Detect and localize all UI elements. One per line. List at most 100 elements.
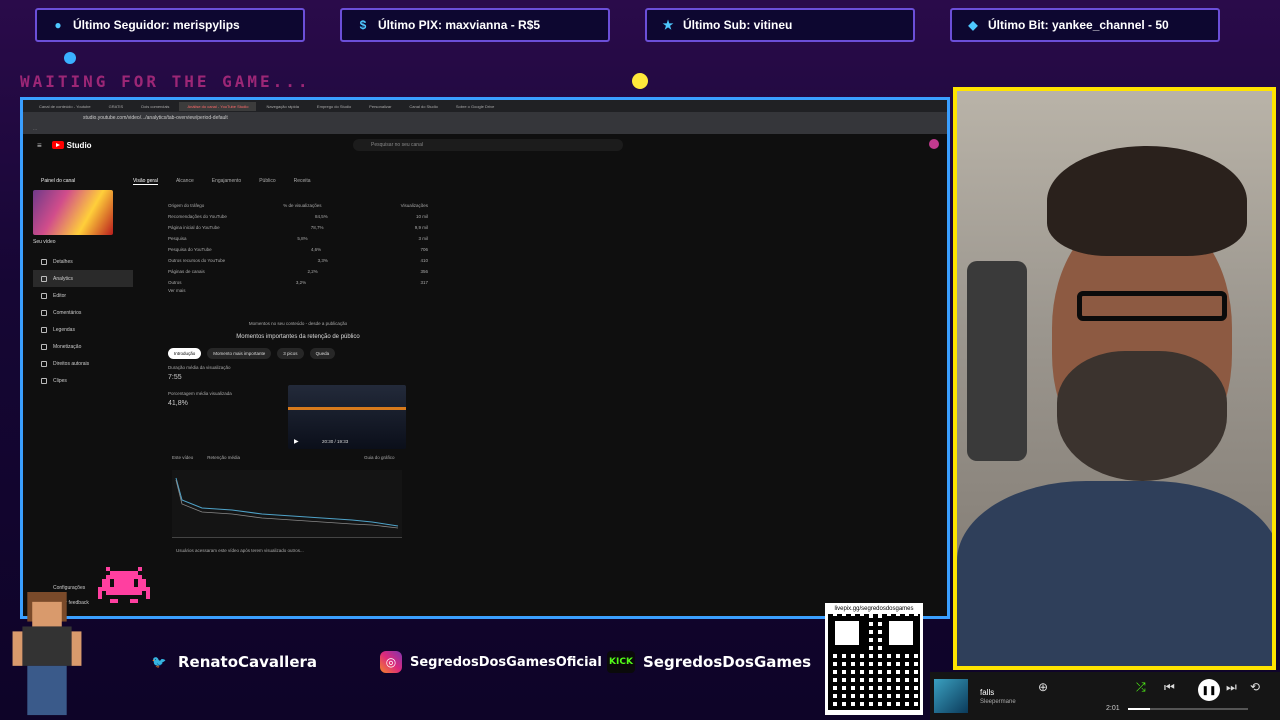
sidebar-item-details[interactable]: Detalhes [33, 253, 133, 270]
analytics-content: Origem do tráfego % de visualizações Vis… [168, 200, 428, 553]
browser-tab-active[interactable]: Análise do canal - YouTube Studio [179, 101, 257, 111]
browser-tab[interactable]: Sobre o Google Drive [448, 102, 502, 111]
qr-url: livepix.gg/segredosdosgames [834, 606, 914, 612]
studio-logo[interactable]: Studio [51, 141, 92, 150]
decorative-dot [632, 73, 648, 89]
studio-header: ≡ Studio Pesquisar no seu canal [23, 134, 947, 156]
add-icon[interactable]: ⊕ [1038, 680, 1048, 694]
video-thumbnail[interactable] [33, 190, 113, 235]
retention-line [175, 477, 399, 529]
browser-tab[interactable]: Dois comerciais [133, 102, 177, 111]
alert-last-follower: ● Último Seguidor: merispylips [35, 8, 305, 42]
alert-label: Último PIX: maxvianna - R$5 [378, 18, 541, 32]
pixel-character-image [12, 592, 82, 716]
glasses [1077, 291, 1227, 321]
play-icon[interactable]: ▶ [294, 438, 299, 445]
sidebar-item-comments[interactable]: Comentários [33, 304, 133, 321]
video-time: 20:30 / 19:33 [322, 439, 349, 444]
shuffle-icon[interactable]: ⤮ [1136, 680, 1146, 695]
table-row[interactable]: Pesquisa do YouTube 4,6% 706 [168, 244, 428, 255]
browser-tab[interactable]: Canal de conteúdo - Youtube [31, 102, 99, 111]
sidebar-item-editor[interactable]: Editor [33, 287, 133, 304]
webcam-feed [953, 87, 1276, 670]
video-preview[interactable]: ▶ 20:30 / 19:33 [288, 385, 406, 449]
table-row[interactable]: Pesquisa 5,8% 3 mil [168, 233, 428, 244]
avg-duration-value: 7:55 [168, 374, 182, 381]
table-row[interactable]: Páginas de canais 2,2% 356 [168, 266, 428, 277]
sidebar-item-settings[interactable]: Configurações [53, 585, 85, 591]
address-bar[interactable]: studio.youtube.com/video/.../analytics/t… [23, 112, 947, 124]
retention-title: Momentos importantes da retenção de públ… [236, 334, 360, 340]
chip-dips[interactable]: Queda [309, 348, 336, 359]
table-row[interactable]: Outros 3,2% 317 [168, 277, 428, 288]
person-icon: ● [54, 18, 62, 32]
retention-chips: Introdução Momento mais importante 3 pic… [168, 348, 428, 359]
track-progress[interactable] [1128, 708, 1248, 710]
qr-code-card: livepix.gg/segredosdosgames [825, 603, 923, 715]
browser-tab[interactable]: Personalizar [361, 102, 399, 111]
chair [967, 261, 1027, 461]
chip-top-moment[interactable]: Momento mais importante [207, 348, 272, 359]
star-icon: ★ [662, 18, 674, 32]
captured-screen: Canal de conteúdo - Youtube GRATIS Dois … [20, 97, 950, 619]
comments-icon [41, 309, 47, 316]
tab-audience[interactable]: Público [259, 178, 275, 185]
legend-this-video: Este vídeo [172, 455, 194, 460]
legend-avg-retention: Retenção média [207, 455, 241, 460]
search-input[interactable]: Pesquisar no seu canal [353, 139, 623, 151]
alert-last-sub: ★ Último Sub: vitineu [645, 8, 915, 42]
previous-icon[interactable]: ⏮ [1164, 680, 1175, 695]
studio-sidebar: Painel do canal Seu vídeo Detalhes Analy… [33, 178, 133, 389]
qr-code-image [828, 614, 920, 710]
tab-reach[interactable]: Alcance [176, 178, 194, 185]
money-icon [41, 343, 47, 350]
twitter-icon: 🐦 [151, 655, 167, 669]
table-row[interactable]: Página inicial do YouTube 78,7% 9,9 mil [168, 222, 428, 233]
alert-label: Último Bit: yankee_channel - 50 [988, 18, 1169, 32]
details-icon [41, 258, 47, 265]
tab-overview[interactable]: Visão geral [133, 178, 158, 185]
sidebar-item-analytics[interactable]: Analytics [33, 270, 133, 287]
see-more-link[interactable]: Ver mais [168, 288, 428, 293]
alert-last-bit: ◆ Último Bit: yankee_channel - 50 [950, 8, 1220, 42]
retention-chart [172, 470, 402, 538]
browser-tab[interactable]: GRATIS [101, 102, 132, 111]
analytics-tabs: Visão geral Alcance Engajamento Público … [133, 178, 311, 185]
track-artist: Sleepermane [980, 698, 1016, 705]
bookmarks-bar: ··· [23, 124, 947, 134]
avg-duration-label: Duração média da visualização [168, 365, 231, 370]
alert-label: Último Sub: vitineu [683, 18, 793, 32]
sidebar-item-subtitles[interactable]: Legendas [33, 321, 133, 338]
chip-peaks[interactable]: 3 picos [277, 348, 304, 359]
analytics-icon [41, 275, 47, 282]
subtitles-icon [41, 326, 47, 333]
chart-guide-link[interactable]: Guia do gráfico [364, 455, 395, 460]
alert-last-pix: $ Último PIX: maxvianna - R$5 [340, 8, 610, 42]
menu-icon[interactable]: ≡ [37, 141, 42, 150]
editor-icon [41, 292, 47, 299]
channel-section-label[interactable]: Painel do canal [41, 178, 133, 184]
channel-name: Seu vídeo [33, 239, 56, 245]
dollar-icon: $ [359, 18, 367, 32]
sidebar-item-monetization[interactable]: Monetização [33, 338, 133, 355]
sidebar-item-copyright[interactable]: Direitos autorais [33, 355, 133, 372]
chip-intro[interactable]: Introdução [168, 348, 202, 359]
next-icon[interactable]: ⏭ [1226, 680, 1237, 695]
pause-button[interactable]: ❚❚ [1198, 679, 1220, 701]
track-info: falls Sleepermane [980, 688, 1016, 705]
track-time: 2:01 [1106, 705, 1120, 712]
repeat-icon[interactable]: ⟲ [1250, 680, 1260, 694]
browser-tab[interactable]: Navegação rápida [258, 102, 306, 111]
tab-engagement[interactable]: Engajamento [212, 178, 241, 185]
avatar[interactable] [929, 139, 939, 149]
sidebar-item-clips[interactable]: Clipes [33, 372, 133, 389]
table-row[interactable]: Recomendações do YouTube 84,5% 10 mil [168, 211, 428, 222]
social-kick: KICK SegredosDosGames [607, 647, 811, 677]
retention-footnote: Usuários acessaram este vídeo após terem… [176, 548, 304, 553]
tab-revenue[interactable]: Receita [294, 178, 311, 185]
social-instagram: ◎ SegredosDosGamesOficial [380, 647, 602, 677]
browser-tab[interactable]: Canal do Studio [401, 102, 445, 111]
traffic-header: Origem do tráfego % de visualizações Vis… [168, 203, 428, 208]
table-row[interactable]: Outros recursos do YouTube 3,3% 410 [168, 255, 428, 266]
browser-tab[interactable]: Emprego do Studio [309, 102, 359, 111]
